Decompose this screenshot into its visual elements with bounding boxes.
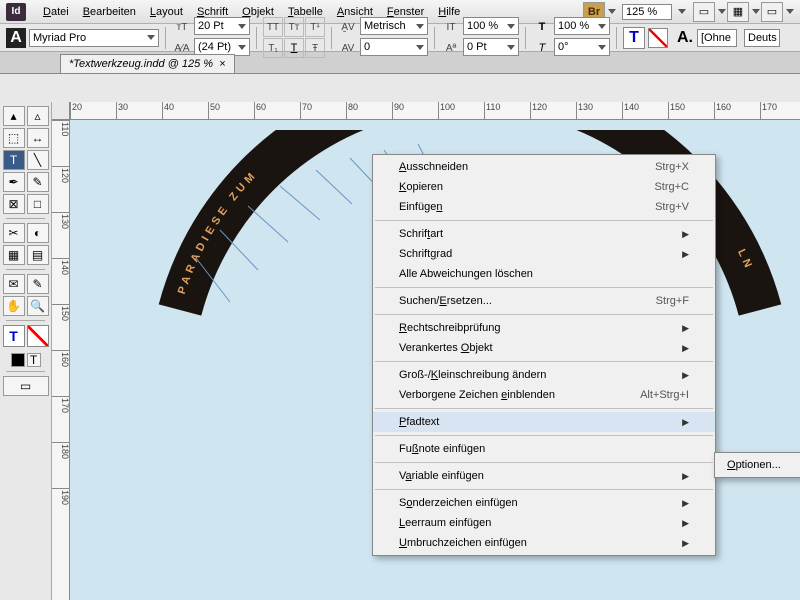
ctx-gro-kleinschreibung-ndern[interactable]: Groß-/Kleinschreibung ändern▶ — [373, 365, 715, 385]
chevron-down-icon[interactable] — [718, 9, 726, 14]
chevron-down-icon[interactable] — [786, 9, 794, 14]
fill-text-icon[interactable]: T — [623, 27, 645, 49]
ctx-schriftart[interactable]: Schriftart▶ — [373, 224, 715, 244]
control-panel-row1: A Myriad Pro тT20 Pt A⁄A(24 Pt) TT Tᴛ T¹… — [0, 24, 800, 52]
context-menu: AusschneidenStrg+XKopierenStrg+CEinfügen… — [372, 154, 716, 556]
view-mode-button[interactable]: ▭ — [3, 376, 49, 396]
direct-selection-tool[interactable]: ▵ — [27, 106, 49, 126]
ctx-leerraum-einf-gen[interactable]: Leerraum einfügen▶ — [373, 513, 715, 533]
submenu-optionen[interactable]: OOptionen...ptionen... — [715, 455, 800, 475]
zoom-input[interactable] — [622, 4, 672, 20]
zoom-tool[interactable]: 🔍 — [27, 296, 49, 316]
strikethrough-button[interactable]: Ŧ — [305, 38, 325, 58]
charstyle-select[interactable]: [Ohne — [697, 29, 737, 47]
vscale-icon: IT — [441, 17, 461, 37]
ruler-origin[interactable] — [52, 102, 70, 120]
tool-panel: ▴▵ ⬚↔ T╲ ✒✎ ⊠□ ✂◐ ▦▤ ✉✎ ✋🔍 T T ▭ — [0, 102, 52, 600]
all-caps-button[interactable]: TT — [263, 17, 283, 37]
font-size-icon: тT — [172, 17, 192, 37]
character-format-icon[interactable]: A — [6, 28, 26, 48]
ctx-rechtschreibpr-fung[interactable]: Rechtschreibprüfung▶ — [373, 318, 715, 338]
font-family-select[interactable]: Myriad Pro — [29, 29, 159, 47]
pathtext-submenu: OOptionen...ptionen... — [714, 452, 800, 478]
subscript-button[interactable]: T₁ — [263, 38, 283, 58]
baseline-icon: Aª — [441, 38, 461, 58]
gradient-feather-tool[interactable]: ▤ — [27, 245, 49, 265]
ctx-ausschneiden[interactable]: AusschneidenStrg+X — [373, 157, 715, 177]
screen-mode-button[interactable]: ▭ — [693, 2, 715, 22]
line-tool[interactable]: ╲ — [27, 150, 49, 170]
note-tool[interactable]: ✉ — [3, 274, 25, 294]
ctx-verborgene-zeichen-einblenden[interactable]: Verborgene Zeichen einblendenAlt+Strg+I — [373, 385, 715, 405]
underline-button[interactable]: T — [284, 38, 304, 58]
superscript-button[interactable]: T¹ — [305, 17, 325, 37]
eyedropper-tool[interactable]: ✎ — [27, 274, 49, 294]
ctx-fu-note-einf-gen[interactable]: Fußnote einfügen — [373, 439, 715, 459]
vscale-input[interactable]: 100 % — [463, 17, 519, 35]
chevron-down-icon[interactable] — [752, 9, 760, 14]
ctx-schriftgrad[interactable]: Schriftgrad▶ — [373, 244, 715, 264]
fill-swatch[interactable] — [648, 28, 668, 48]
hand-tool[interactable]: ✋ — [3, 296, 25, 316]
tracking-icon: AV — [338, 38, 358, 58]
default-fill-stroke[interactable] — [11, 353, 25, 367]
ctx-kopieren[interactable]: KopierenStrg+C — [373, 177, 715, 197]
skew-input[interactable]: 0° — [554, 38, 610, 56]
kerning-icon: A͍V — [338, 17, 358, 37]
type-tool[interactable]: T — [3, 150, 25, 170]
ctx-umbruchzeichen-einf-gen[interactable]: Umbruchzeichen einfügen▶ — [373, 533, 715, 553]
ctx-alle-abweichungen-l-schen[interactable]: Alle Abweichungen löschen — [373, 264, 715, 284]
ctx-verankertes-objekt[interactable]: Verankertes Objekt▶ — [373, 338, 715, 358]
charstyle-icon: A. — [677, 29, 693, 47]
gap-tool[interactable]: ↔ — [27, 128, 49, 148]
ctx-variable-einf-gen[interactable]: Variable einfügen▶ — [373, 466, 715, 486]
document-tab[interactable]: *Textwerkzeug.indd @ 125 % × — [60, 54, 235, 73]
ctx-suchen-ersetzen-[interactable]: Suchen/Ersetzen...Strg+F — [373, 291, 715, 311]
skew-icon: T — [532, 38, 552, 58]
font-size-input[interactable]: 20 Pt — [194, 17, 250, 35]
language-select[interactable]: Deuts — [744, 29, 780, 47]
selection-tool[interactable]: ▴ — [3, 106, 25, 126]
menu-bearbeiten[interactable]: Bearbeiten — [76, 3, 143, 21]
app-logo: Id — [6, 3, 26, 21]
hscale-input[interactable]: 100 % — [554, 17, 610, 35]
small-caps-button[interactable]: Tᴛ — [284, 17, 304, 37]
pen-tool[interactable]: ✒ — [3, 172, 25, 192]
close-icon[interactable]: × — [219, 58, 225, 70]
kerning-select[interactable]: Metrisch — [360, 17, 428, 35]
free-transform-tool[interactable]: ◐ — [27, 223, 49, 243]
arrange-button[interactable]: ▦ — [727, 2, 749, 22]
tracking-input[interactable]: 0 — [360, 38, 428, 56]
page-tool[interactable]: ⬚ — [3, 128, 25, 148]
scissors-tool[interactable]: ✂ — [3, 223, 25, 243]
menu-datei[interactable]: Datei — [36, 3, 76, 21]
vertical-ruler[interactable]: 110120130140150160170180190 — [52, 120, 70, 600]
rectangle-tool[interactable]: □ — [27, 194, 49, 214]
stroke-icon[interactable] — [27, 325, 49, 347]
baseline-input[interactable]: 0 Pt — [463, 38, 519, 56]
workspace-button[interactable]: ▭ — [761, 2, 783, 22]
ctx-einf-gen[interactable]: EinfügenStrg+V — [373, 197, 715, 217]
ctx-pfadtext[interactable]: Pfadtext▶ — [373, 412, 715, 432]
chevron-down-icon[interactable] — [678, 9, 686, 14]
ctx-sonderzeichen-einf-gen[interactable]: Sonderzeichen einfügen▶ — [373, 493, 715, 513]
format-container[interactable]: T — [27, 353, 41, 367]
chevron-down-icon[interactable] — [608, 9, 616, 14]
gradient-swatch-tool[interactable]: ▦ — [3, 245, 25, 265]
pencil-tool[interactable]: ✎ — [27, 172, 49, 192]
rectangle-frame-tool[interactable]: ⊠ — [3, 194, 25, 214]
fill-icon[interactable]: T — [3, 325, 25, 347]
horizontal-ruler[interactable]: 2030405060708090100110120130140150160170 — [70, 102, 800, 120]
hscale-icon: T — [532, 17, 552, 37]
